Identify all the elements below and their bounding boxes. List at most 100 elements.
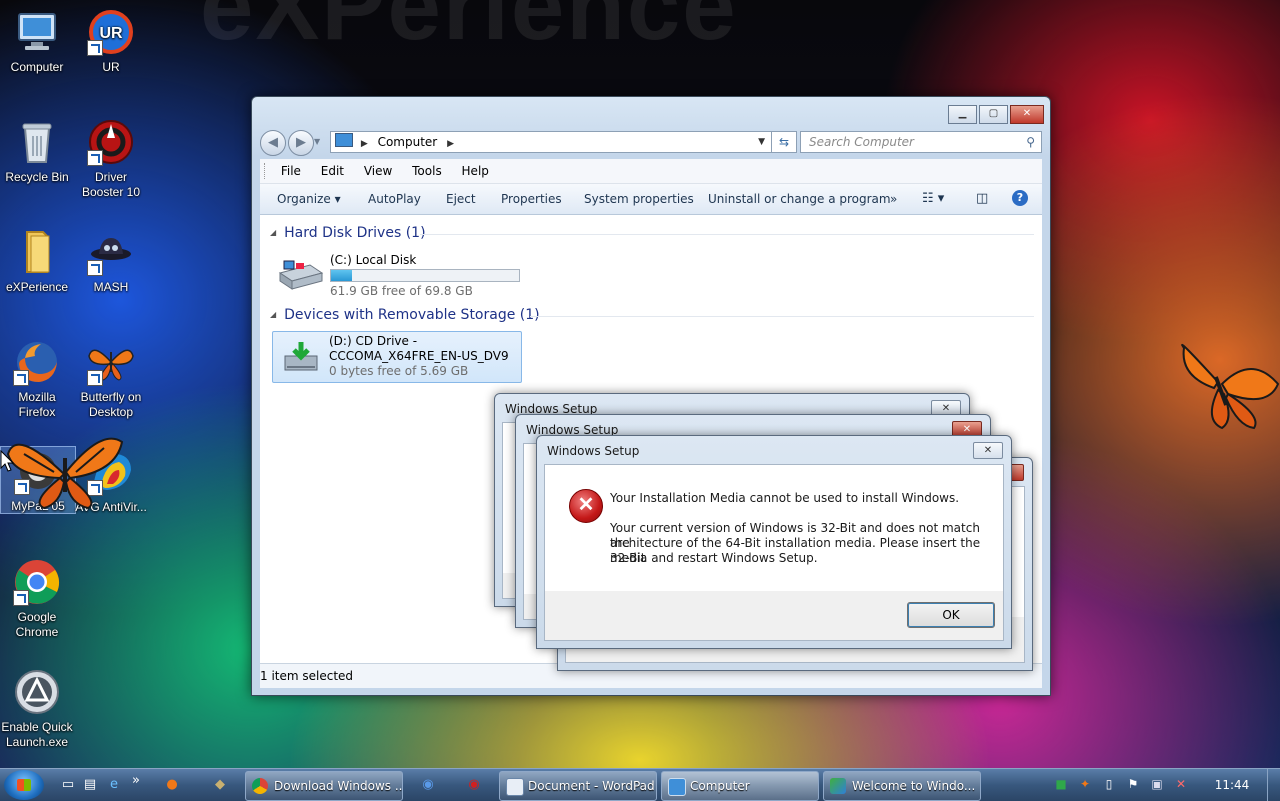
- desktop-icon-driver-booster[interactable]: Driver Booster 10: [74, 118, 148, 200]
- close-icon: ✕: [1022, 108, 1032, 119]
- taskbar-button-welcome[interactable]: Welcome to Windo...: [823, 771, 981, 801]
- folder-icon: [13, 228, 61, 276]
- tray-battery-icon[interactable]: ▣: [1148, 775, 1166, 793]
- drive-c-usage-fill: [331, 270, 352, 281]
- ur-taskbar-icon[interactable]: ◉: [418, 775, 438, 795]
- shortcut-arrow-icon: [13, 590, 29, 606]
- computer-icon: [668, 778, 686, 796]
- breadcrumb-chevron-icon[interactable]: ▶: [447, 139, 454, 149]
- desktop-icon-label: Butterfly on Desktop: [80, 390, 142, 419]
- eject-button[interactable]: Eject: [446, 184, 476, 214]
- tray-network-icon[interactable]: ■: [1052, 775, 1070, 793]
- menu-grip: [264, 163, 267, 179]
- menu-help[interactable]: Help: [454, 159, 497, 183]
- breadcrumb[interactable]: Computer: [378, 135, 438, 149]
- switch-windows-quicklaunch-icon[interactable]: ▤: [80, 775, 100, 795]
- change-view-icon[interactable]: ☷ ▾: [922, 184, 944, 214]
- tray-flag-icon[interactable]: ⚑: [1124, 775, 1142, 793]
- show-desktop-button[interactable]: [1267, 769, 1280, 801]
- system-properties-button[interactable]: System properties: [584, 184, 694, 214]
- menu-tools[interactable]: Tools: [404, 159, 450, 183]
- mouse-cursor-icon: [0, 450, 14, 472]
- drive-d[interactable]: (D:) CD Drive - CCCOMA_X64FRE_EN-US_DV9 …: [272, 331, 522, 383]
- tray-document-icon[interactable]: ▯: [1100, 775, 1118, 793]
- menu-edit[interactable]: Edit: [313, 159, 352, 183]
- error-icon: ✕: [569, 489, 603, 523]
- desktop-icon-recycle-bin[interactable]: Recycle Bin: [0, 118, 74, 185]
- close-icon: ✕: [962, 424, 972, 435]
- start-button[interactable]: [4, 770, 44, 800]
- internet-explorer-quicklaunch-icon[interactable]: e: [104, 775, 124, 795]
- autoplay-button[interactable]: AutoPlay: [368, 184, 421, 214]
- taskbar-button-wordpad[interactable]: Document - WordPad: [499, 771, 657, 801]
- drive-c[interactable]: (C:) Local Disk 61.9 GB free of 69.8 GB: [274, 249, 526, 298]
- shortcut-arrow-icon: [87, 150, 103, 166]
- desktop-icon-mash[interactable]: MASH: [74, 228, 148, 295]
- maximize-button[interactable]: ▢: [979, 105, 1008, 124]
- drive-c-name: (C:) Local Disk: [330, 253, 417, 267]
- group-header-hard-disks[interactable]: ◢ Hard Disk Drives (1): [270, 225, 426, 241]
- desktop-icon-label: Computer: [10, 60, 64, 74]
- preview-pane-icon[interactable]: ◫: [976, 184, 988, 214]
- more-commands-button[interactable]: »: [890, 184, 897, 214]
- mash-taskbar-icon[interactable]: ◆: [210, 775, 230, 795]
- recent-pages-dropdown[interactable]: ▼: [314, 137, 320, 146]
- help-icon[interactable]: ?: [1012, 190, 1028, 206]
- desktop-icon-chrome[interactable]: Google Chrome: [0, 558, 74, 640]
- show-desktop-quicklaunch-icon[interactable]: ▭: [58, 775, 78, 795]
- error-detail-line-3: media and restart Windows Setup.: [610, 551, 818, 565]
- tray-butterfly-icon[interactable]: ✦: [1076, 775, 1094, 793]
- organize-button[interactable]: Organize ▾: [277, 184, 341, 214]
- desktop-icon-butterfly[interactable]: Butterfly on Desktop: [74, 338, 148, 420]
- butterfly-overlay-left: [6, 437, 124, 510]
- desktop-icon-ur[interactable]: UR UR: [74, 8, 148, 75]
- quicklaunch-more-button[interactable]: »: [126, 771, 146, 791]
- taskbar-button-computer[interactable]: Computer: [661, 771, 819, 801]
- desktop-icon-label: UR: [102, 60, 120, 74]
- collapse-triangle-icon[interactable]: ◢: [270, 228, 276, 237]
- desktop-icon-label: Driver Booster 10: [81, 170, 141, 199]
- cd-drive-icon: [284, 342, 318, 371]
- taskbar: ▭ ▤ e » ● ◆ Download Windows ... ◉ ◉ Doc…: [0, 768, 1280, 801]
- collapse-triangle-icon[interactable]: ◢: [270, 310, 276, 319]
- search-input[interactable]: Search Computer ⚲: [800, 131, 1042, 153]
- menu-view[interactable]: View: [356, 159, 400, 183]
- taskbar-button-label: Download Windows ...: [274, 779, 403, 793]
- drive-d-free-space: 0 bytes free of 5.69 GB: [329, 364, 469, 378]
- breadcrumb-chevron-icon[interactable]: ▶: [361, 139, 368, 149]
- desktop-icon-firefox[interactable]: Mozilla Firefox: [0, 338, 74, 420]
- tray-volume-muted-icon[interactable]: ✕: [1172, 775, 1190, 793]
- dialog-body: ✕ Your Installation Media cannot be used…: [544, 464, 1004, 641]
- butterfly-overlay-right: [1181, 343, 1280, 430]
- taskbar-button-label: Welcome to Windo...: [852, 779, 976, 793]
- drive-d-name: (D:) CD Drive - CCCOMA_X64FRE_EN-US_DV9: [329, 334, 509, 363]
- menu-file[interactable]: File: [273, 159, 309, 183]
- taskbar-button-label: Computer: [690, 779, 750, 793]
- refresh-icon: ⇆: [778, 135, 790, 149]
- address-bar[interactable]: ▶ Computer ▶ ▼: [330, 131, 772, 153]
- dialog-close-button[interactable]: ✕: [973, 442, 1003, 459]
- back-button[interactable]: ◀: [260, 130, 286, 156]
- group-header-removable[interactable]: ◢ Devices with Removable Storage (1): [270, 307, 540, 323]
- ok-button[interactable]: OK: [907, 602, 995, 628]
- desktop-icon-enable-quick-launch[interactable]: Enable Quick Launch.exe: [0, 668, 74, 750]
- chrome-icon: [252, 778, 268, 794]
- forward-button[interactable]: ▶: [288, 130, 314, 156]
- chrome-icon: [13, 558, 61, 606]
- refresh-button[interactable]: ⇆: [771, 131, 797, 153]
- close-button[interactable]: ✕: [1010, 105, 1044, 124]
- address-dropdown-icon[interactable]: ▼: [758, 132, 765, 152]
- uninstall-program-button[interactable]: Uninstall or change a program: [708, 184, 891, 214]
- minimize-button[interactable]: ▁: [948, 105, 977, 124]
- shortcut-arrow-icon: [87, 40, 103, 56]
- firefox-taskbar-icon[interactable]: ●: [162, 775, 182, 795]
- search-icon[interactable]: ⚲: [1026, 132, 1035, 152]
- desktop-icon-computer[interactable]: Computer: [0, 8, 74, 75]
- taskbar-button-chrome[interactable]: Download Windows ...: [245, 771, 403, 801]
- taskbar-button-label: Document - WordPad: [528, 779, 655, 793]
- search-placeholder: Search Computer: [809, 135, 914, 149]
- taskbar-clock[interactable]: 11:44: [1212, 769, 1252, 801]
- driver-booster-taskbar-icon[interactable]: ◉: [464, 775, 484, 795]
- desktop-icon-experience[interactable]: eXPerience: [0, 228, 74, 295]
- properties-button[interactable]: Properties: [501, 184, 562, 214]
